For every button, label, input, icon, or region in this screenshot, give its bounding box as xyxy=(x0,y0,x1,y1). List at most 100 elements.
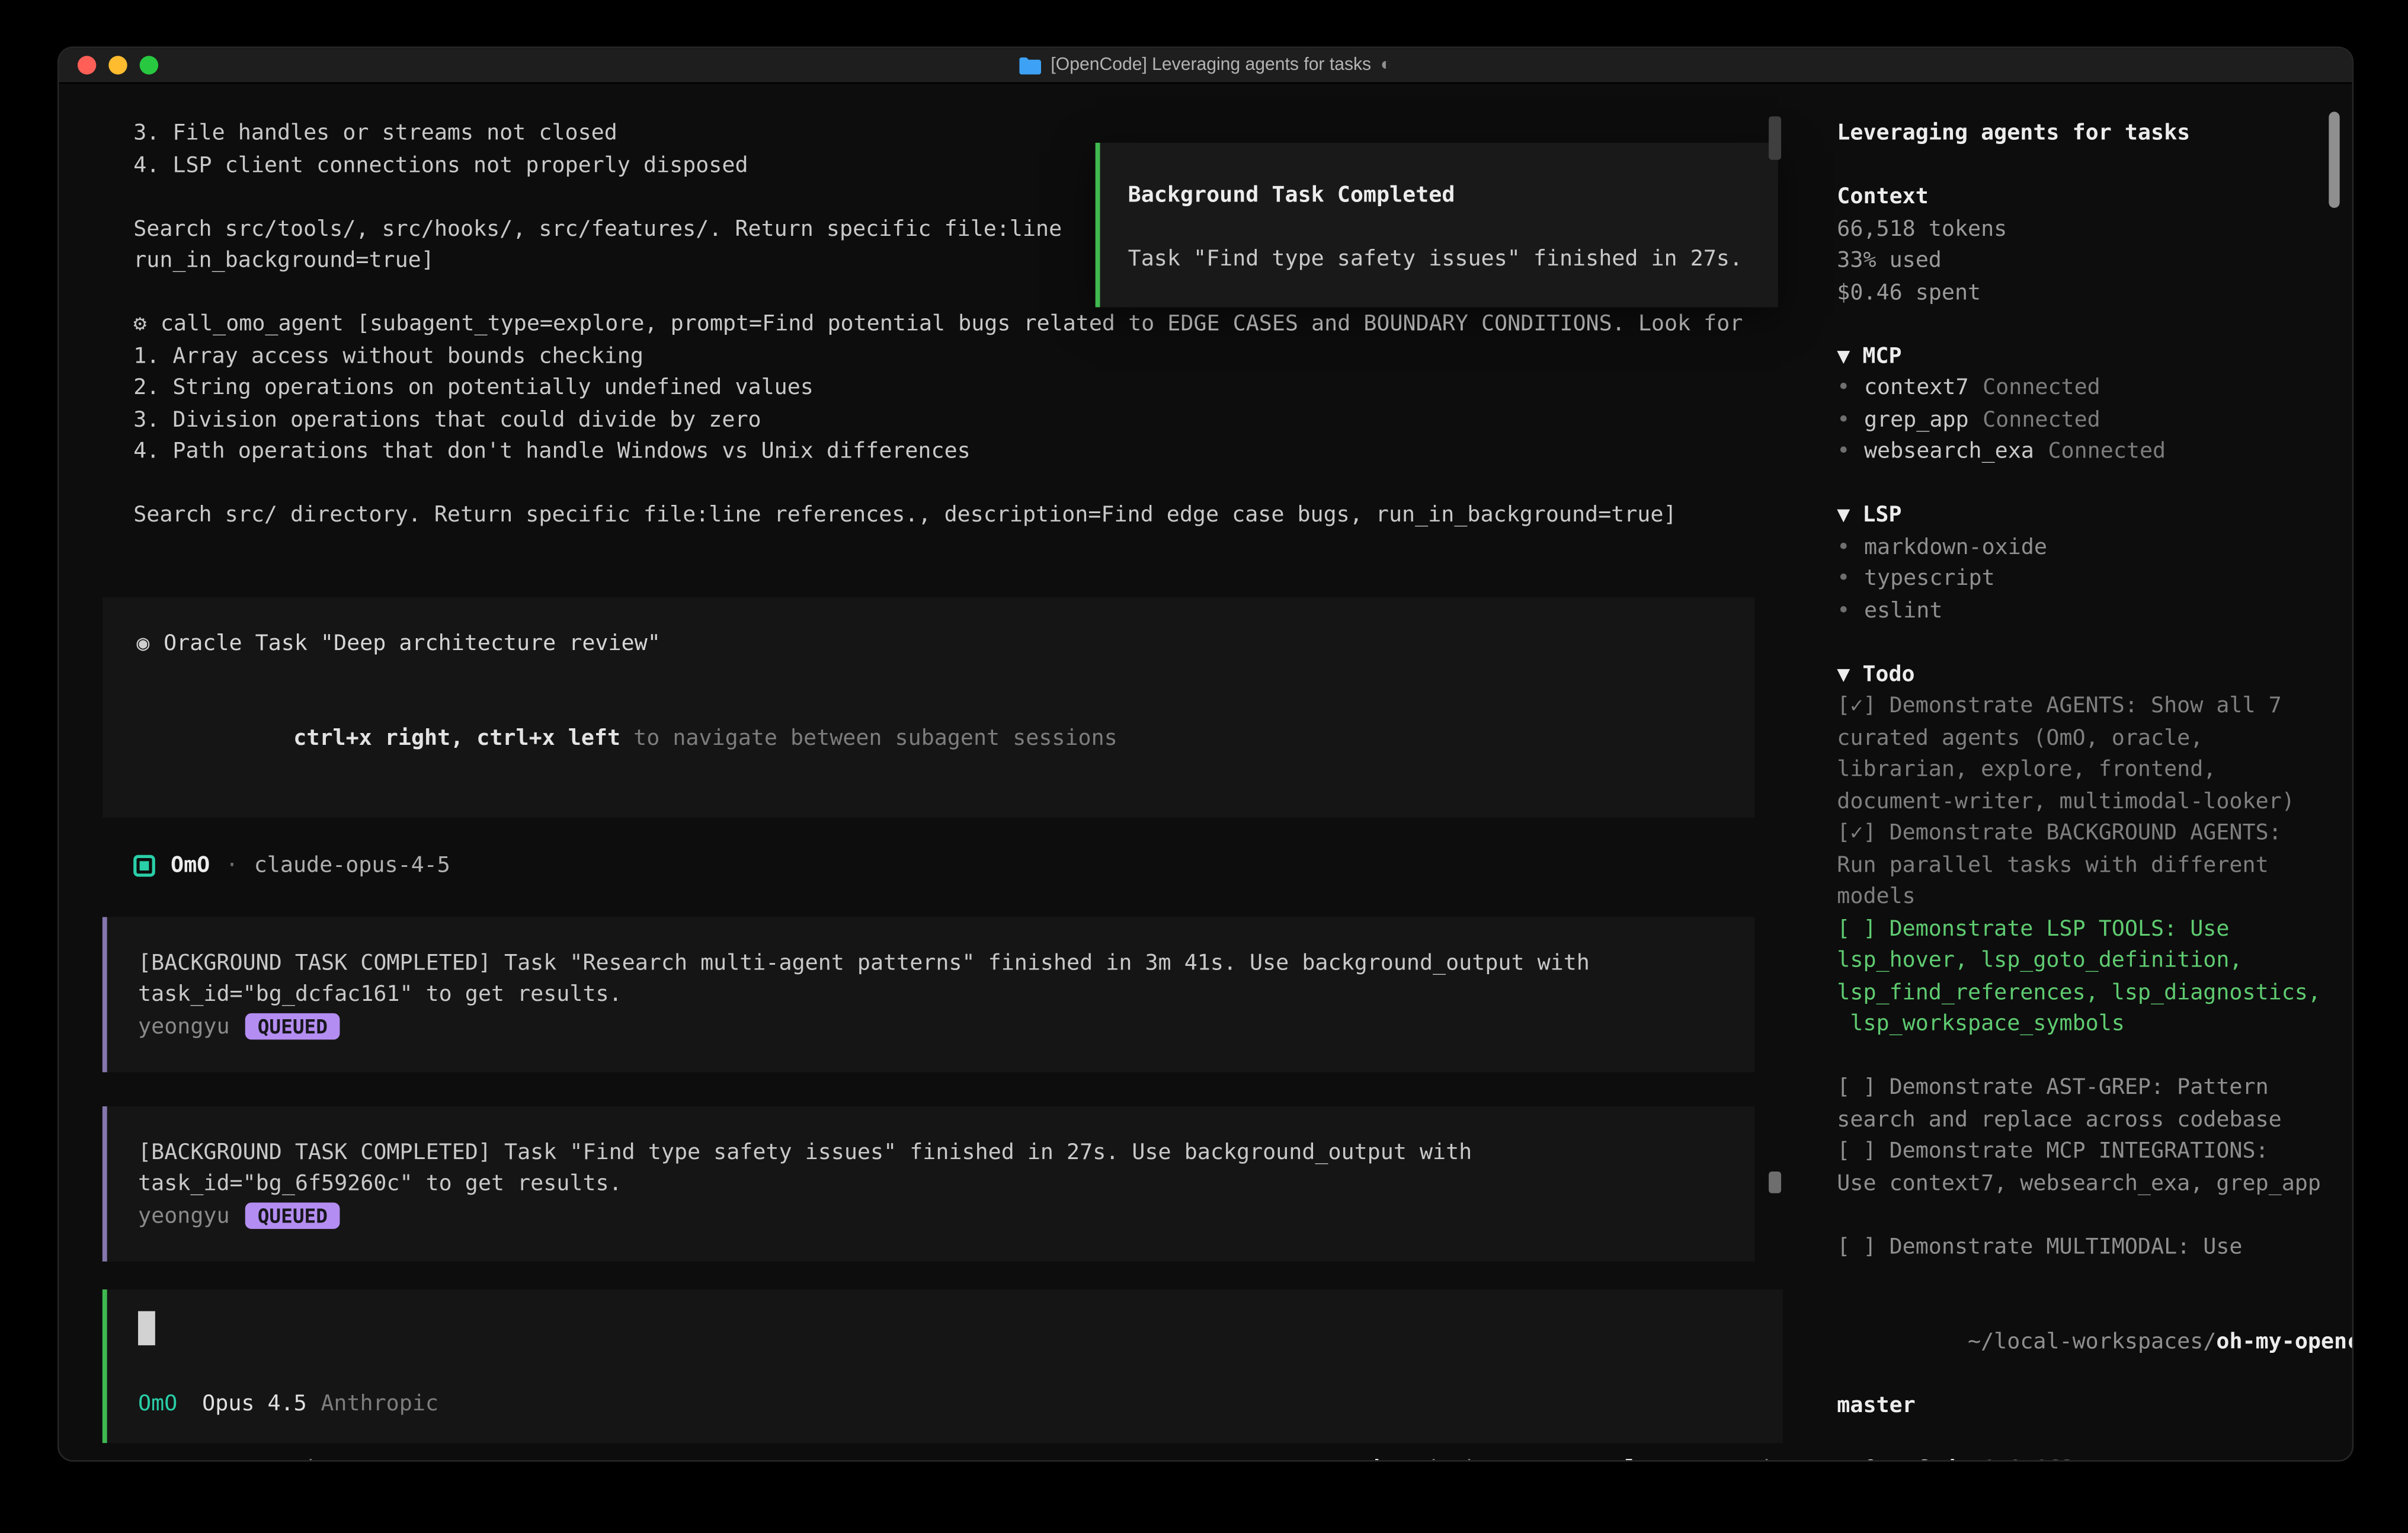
bullet-icon: • xyxy=(1837,564,1850,596)
agent-omo-icon xyxy=(133,855,155,877)
ctrlp-key-hint: ctrl+p xyxy=(1586,1453,1664,1461)
bullet-icon: • xyxy=(1837,1454,1850,1462)
opencode-window: [OpenCode] Leveraging agents for tasks ◐… xyxy=(57,47,2353,1462)
todo-header: Todo xyxy=(1862,659,1914,691)
window-title-text: [OpenCode] Leveraging agents for tasks xyxy=(1051,56,1371,74)
text-cursor xyxy=(138,1310,155,1345)
folder-icon xyxy=(1020,57,1042,74)
queued-badge: QUEUED xyxy=(245,1014,340,1041)
version-footer: • OpenCode 1.0.163 xyxy=(1837,1454,2352,1462)
model-selector[interactable]: OmO Opus 4.5 Anthropic xyxy=(138,1388,1783,1420)
tool-call-body: 1. Array access without bounds checking … xyxy=(133,341,1782,532)
session-title: Leveraging agents for tasks xyxy=(1837,118,2352,150)
oracle-task-icon: ◉ xyxy=(136,628,149,660)
toast-body: Task "Find type safety issues" finished … xyxy=(1128,244,1756,276)
mcp-item: • websearch_exa Connected xyxy=(1837,436,2352,468)
bullet-icon: • xyxy=(1837,372,1850,404)
chevron-down-icon[interactable]: ▼ xyxy=(1837,500,1850,532)
bullet-icon: • xyxy=(1837,404,1850,436)
prompt-input[interactable]: OmO Opus 4.5 Anthropic xyxy=(103,1289,1783,1442)
activity-dots-icon: ········ xyxy=(110,1453,226,1461)
queued-badge: QUEUED xyxy=(245,1203,340,1230)
context-section: Context 66,518 tokens 33% used $0.46 spe… xyxy=(1837,181,2352,309)
lsp-item: • markdown-oxide xyxy=(1837,532,2352,564)
todo-item-pending: [ ] Demonstrate MCP INTEGRATIONS: Use co… xyxy=(1837,1136,2352,1199)
gear-icon: ⚙ xyxy=(133,309,146,341)
message-author: yeongyu xyxy=(138,1011,230,1043)
queued-message: [BACKGROUND TASK COMPLETED] Task "Resear… xyxy=(103,916,1755,1071)
background-task-toast: Background Task Completed Task "Find typ… xyxy=(1096,143,1778,306)
message-text: [BACKGROUND TASK COMPLETED] Task "Resear… xyxy=(138,948,1754,1011)
agent-header: OmO · claude-opus-4-5 xyxy=(133,850,1782,882)
app-content: 3. File handles or streams not closed 4.… xyxy=(59,84,2352,1460)
titlebar: [OpenCode] Leveraging agents for tasks ◐ xyxy=(59,48,2352,84)
tab-key-hint: tab xyxy=(1347,1453,1386,1461)
bullet-icon: • xyxy=(1837,595,1850,627)
lsp-section: ▼ LSP • markdown-oxide • typescript • es… xyxy=(1837,500,2352,627)
git-branch: master xyxy=(1837,1390,2352,1422)
todo-item-active: [ ] Demonstrate LSP TOOLS: Use lsp_hover… xyxy=(1837,913,2352,1041)
ctrlp-key-label: commands xyxy=(1678,1453,1783,1461)
lsp-item: • eslint xyxy=(1837,595,2352,627)
todo-item-pending: [ ] Demonstrate AST-GREP: Pattern search… xyxy=(1837,1072,2352,1135)
workspace-dir: ~/local-workspaces/ xyxy=(1968,1330,2216,1355)
app-version: 1.0.163 xyxy=(1983,1454,2074,1462)
mcp-header: MCP xyxy=(1862,341,1901,373)
workspace-repo: oh-my-opencode: xyxy=(2216,1330,2353,1355)
context-header: Context xyxy=(1837,181,1929,213)
chevron-down-icon[interactable]: ▼ xyxy=(1837,341,1850,373)
lsp-item: • typescript xyxy=(1837,564,2352,596)
session-log: 3. File handles or streams not closed 4.… xyxy=(59,84,1783,1460)
minimize-button[interactable] xyxy=(108,56,127,74)
message-text: [BACKGROUND TASK COMPLETED] Task "Find t… xyxy=(138,1137,1754,1200)
todo-item-done: [✓] Demonstrate AGENTS: Show all 7 curat… xyxy=(1837,690,2352,818)
esc-key-hint: esc xyxy=(251,1453,290,1461)
mcp-section: ▼ MCP • context7 Connected • grep_app Co… xyxy=(1837,341,2352,468)
agent-model: claude-opus-4-5 xyxy=(254,850,450,882)
session-sidebar: Leveraging agents for tasks Context 66,5… xyxy=(1783,84,2352,1460)
input-provider-name: Anthropic xyxy=(321,1388,438,1420)
todo-item-done: [✓] Demonstrate BACKGROUND AGENTS: Run p… xyxy=(1837,818,2352,913)
oracle-task-title: Oracle Task "Deep architecture review" xyxy=(164,628,661,660)
main-scrollbar-thumb[interactable] xyxy=(1769,116,1781,159)
app-name: OpenCode xyxy=(1864,1454,1969,1462)
busy-spinner-icon: ◐ xyxy=(1381,56,1391,74)
oracle-task-panel: ◉ Oracle Task "Deep architecture review"… xyxy=(103,597,1755,818)
zoom-button[interactable] xyxy=(140,56,158,74)
toast-title: Background Task Completed xyxy=(1128,180,1756,212)
workspace-path: ~/local-workspaces/oh-my-opencode: xyxy=(1837,1295,2352,1390)
chevron-down-icon[interactable]: ▼ xyxy=(1837,659,1850,691)
bullet-icon: • xyxy=(1837,436,1850,468)
hint-text: to navigate between subagent sessions xyxy=(620,726,1117,751)
input-agent-name: OmO xyxy=(138,1388,177,1420)
agent-name: OmO xyxy=(171,850,210,882)
mcp-status: Connected xyxy=(1983,404,2100,436)
main-scrollbar-mark[interactable] xyxy=(1769,1172,1781,1193)
todo-item-pending: [ ] Demonstrate MULTIMODAL: Use xyxy=(1837,1231,2352,1263)
separator-dot: · xyxy=(225,850,238,882)
window-title: [OpenCode] Leveraging agents for tasks ◐ xyxy=(1020,56,1391,74)
desktop: [OpenCode] Leveraging agents for tasks ◐… xyxy=(0,0,2408,1533)
mcp-item: • context7 Connected xyxy=(1837,372,2352,404)
context-used: 33% used xyxy=(1837,245,2352,277)
tool-call-line: ⚙ call_omo_agent [subagent_type=explore,… xyxy=(133,309,1782,341)
message-author: yeongyu xyxy=(138,1200,230,1232)
close-button[interactable] xyxy=(78,56,96,74)
mcp-status: Connected xyxy=(1983,372,2100,404)
queued-message: [BACKGROUND TASK COMPLETED] Task "Find t… xyxy=(103,1106,1755,1261)
navigation-hint: ctrl+x right, ctrl+x left to navigate be… xyxy=(136,692,1754,787)
input-model-name: Opus 4.5 xyxy=(202,1388,307,1420)
traffic-lights xyxy=(78,48,158,82)
esc-key-label: interrupt xyxy=(304,1453,422,1461)
hint-keys: ctrl+x right, ctrl+x left xyxy=(293,726,620,751)
sidebar-scrollbar-thumb[interactable] xyxy=(2329,112,2339,208)
mcp-status: Connected xyxy=(2048,436,2166,468)
context-tokens: 66,518 tokens xyxy=(1837,213,2352,245)
todo-section: ▼ Todo [✓] Demonstrate AGENTS: Show all … xyxy=(1837,659,2352,1263)
status-bar: ········ esc interrupt tab switch agent … xyxy=(110,1453,1783,1461)
tab-key-label: switch agent xyxy=(1401,1453,1558,1461)
mcp-item: • grep_app Connected xyxy=(1837,404,2352,436)
context-spent: $0.46 spent xyxy=(1837,277,2352,309)
tool-call-text: call_omo_agent [subagent_type=explore, p… xyxy=(161,309,1743,341)
bullet-icon: • xyxy=(1837,532,1850,564)
